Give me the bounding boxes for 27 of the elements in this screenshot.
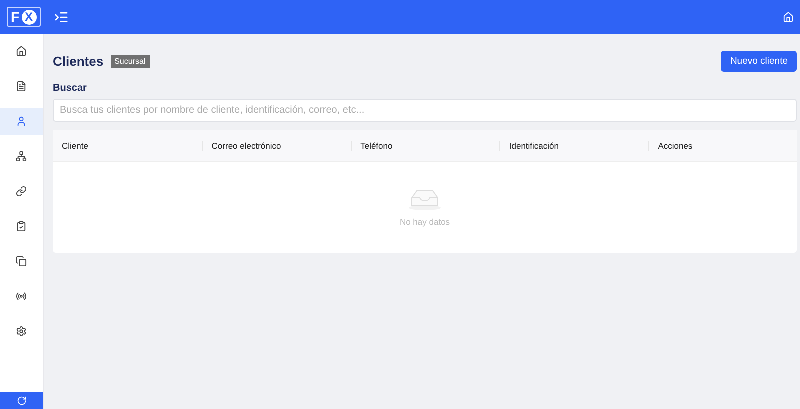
menu-icon <box>54 10 69 24</box>
document-icon <box>16 81 27 92</box>
user-icon <box>16 116 27 127</box>
column-header: Acciones <box>648 140 797 150</box>
column-header: Identificación <box>499 140 648 150</box>
hierarchy-icon <box>16 151 27 162</box>
new-client-button[interactable]: Nuevo cliente <box>721 51 797 72</box>
search-field[interactable]: Busca tus clientes por nombre de cliente, identificación, correo, etc... <box>53 99 797 122</box>
empty-inbox-icon <box>408 188 442 210</box>
refresh-button[interactable] <box>0 392 43 409</box>
column-header: Correo electrónico <box>202 140 351 150</box>
home-icon[interactable] <box>783 12 794 22</box>
link-icon <box>16 186 27 197</box>
empty-text: No hay datos <box>400 216 450 226</box>
branch-badge: Sucursal <box>110 55 150 68</box>
logo: F X <box>7 7 41 27</box>
search-label: Buscar <box>53 83 88 94</box>
home-icon <box>16 46 27 57</box>
menu-button[interactable] <box>54 10 69 24</box>
refresh-icon <box>16 396 26 406</box>
clipboard-check-icon <box>16 221 27 232</box>
broadcast-icon <box>16 291 27 302</box>
page-title: Clientes <box>53 54 104 69</box>
settings-icon <box>16 326 27 337</box>
column-header: Teléfono <box>350 140 500 150</box>
column-header: Cliente <box>61 140 90 150</box>
copy-icon <box>16 256 27 267</box>
